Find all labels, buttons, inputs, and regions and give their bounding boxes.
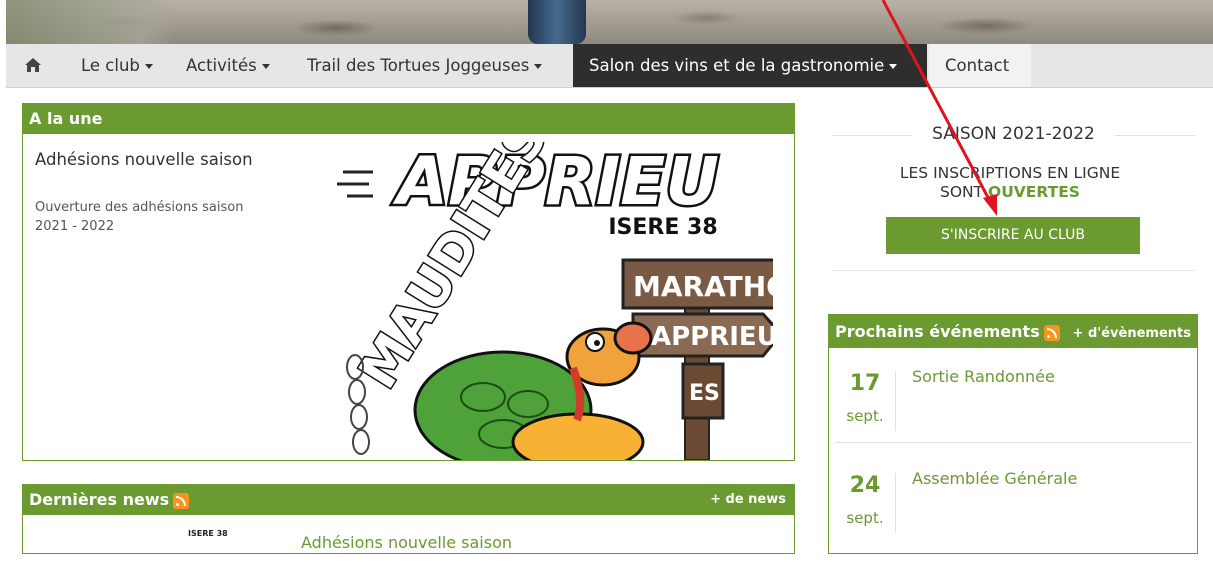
a-la-une-heading: A la une <box>23 104 794 134</box>
main-navbar: Le club Activités Trail des Tortues Jogg… <box>6 44 1213 88</box>
events-panel: Prochains événements + d'évènements 17 s… <box>828 314 1198 554</box>
events-heading-bar: Prochains événements + d'évènements <box>829 315 1197 348</box>
event-day: 24 <box>849 473 881 498</box>
nav-label: Trail des Tortues Joggeuses <box>307 56 530 75</box>
more-news-link[interactable]: + de news <box>710 485 786 515</box>
nav-item-contact[interactable]: Contact <box>929 44 1031 87</box>
news-heading: Dernières news <box>29 490 170 509</box>
event-item[interactable]: 17 sept. Sortie Randonnée <box>835 367 1191 466</box>
event-title-link[interactable]: Sortie Randonnée <box>912 367 1055 386</box>
poster-title-text: APPRIEU <box>392 143 719 220</box>
nav-item-trail[interactable]: Trail des Tortues Joggeuses <box>291 44 558 87</box>
banner-grass <box>6 0 176 44</box>
a-la-une-panel: A la une Adhésions nouvelle saison Ouver… <box>22 103 795 461</box>
event-separator <box>895 473 896 533</box>
poster-sign1-text: MARATHON <box>633 270 773 303</box>
nav-item-le-club[interactable]: Le club <box>65 44 169 87</box>
join-club-button[interactable]: S'INSCRIRE AU CLUB <box>886 217 1140 254</box>
event-divider <box>835 442 1193 443</box>
nav-item-activites[interactable]: Activités <box>170 44 286 87</box>
inscriptions-status: OUVERTES <box>988 183 1080 201</box>
news-heading-bar: Dernières news + de news <box>23 485 794 515</box>
saison-divider <box>832 270 1195 271</box>
poster-sign2-text: APPRIEU <box>651 322 773 352</box>
event-month: sept. <box>846 509 884 527</box>
rss-icon[interactable] <box>173 492 190 509</box>
nav-label: Salon des vins et de la gastronomie <box>589 56 885 75</box>
nav-label: Le club <box>81 56 140 75</box>
caret-down-icon <box>889 64 898 69</box>
saison-title: SAISON 2021-2022 <box>932 124 1095 144</box>
events-heading: Prochains événements <box>835 322 1040 341</box>
event-separator <box>895 371 896 431</box>
caret-down-icon <box>261 64 270 69</box>
event-month: sept. <box>846 407 884 425</box>
event-title-link[interactable]: Assemblée Générale <box>912 469 1077 488</box>
home-icon[interactable] <box>24 57 42 77</box>
more-events-link[interactable]: + d'évènements <box>1073 317 1191 350</box>
news-thumbnail-label: ISERE 38 <box>188 529 228 538</box>
event-item[interactable]: 24 sept. Assemblée Générale <box>835 469 1191 568</box>
nav-label: Activités <box>186 56 257 75</box>
caret-down-icon <box>534 64 543 69</box>
news-first-title[interactable]: Adhésions nouvelle saison <box>301 533 512 552</box>
event-day: 17 <box>849 371 881 396</box>
apprieu-poster-image[interactable]: APPRIEU ISERE 38 MAUDITES MARATHON APPRI… <box>333 142 773 460</box>
banner-runner-figure <box>528 0 586 44</box>
une-article-title[interactable]: Adhésions nouvelle saison <box>35 149 255 170</box>
nav-label: Contact <box>945 56 1010 75</box>
header-banner-photo <box>6 0 1213 44</box>
news-panel: Dernières news + de news ISERE 38 Adhési… <box>22 484 795 554</box>
caret-down-icon <box>144 64 153 69</box>
rss-icon[interactable] <box>1043 324 1060 341</box>
inscriptions-text: LES INSCRIPTIONS EN LIGNE SONT OUVERTES <box>880 164 1140 202</box>
saison-rule-right <box>1115 135 1195 136</box>
une-article-description: Ouverture des adhésions saison 2021 - 20… <box>35 200 244 234</box>
nav-item-salon[interactable]: Salon des vins et de la gastronomie <box>573 44 927 87</box>
poster-sign3-text: ES <box>689 381 720 406</box>
poster-region-text: ISERE 38 <box>608 215 717 240</box>
